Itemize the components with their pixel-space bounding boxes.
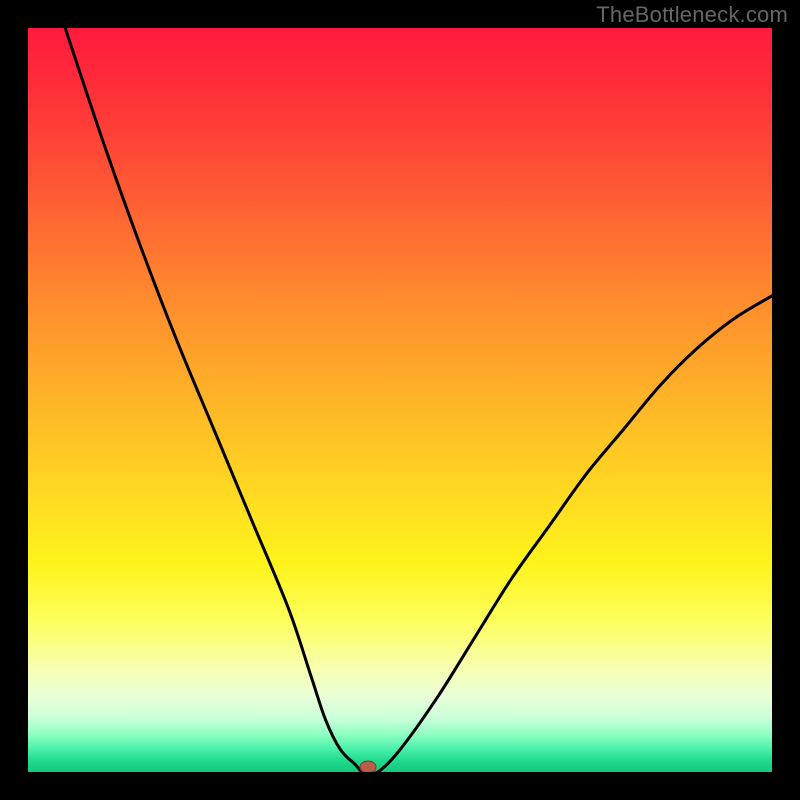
minimum-marker [360,761,376,772]
plot-area [28,28,772,772]
chart-frame: TheBottleneck.com [0,0,800,800]
watermark-text: TheBottleneck.com [596,2,788,28]
curve-svg [28,28,772,772]
bottleneck-curve [65,28,772,772]
